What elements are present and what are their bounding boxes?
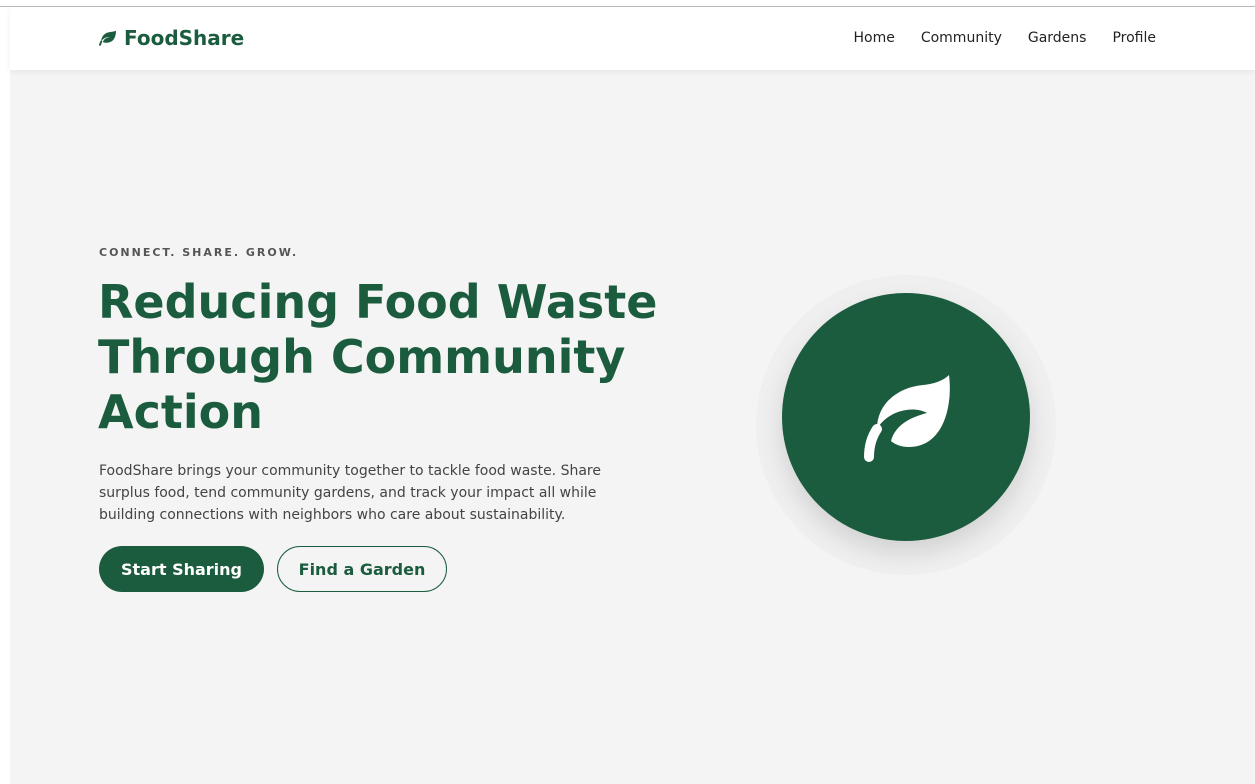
navbar: FoodShare Home Community Gardens Profile [10, 7, 1255, 70]
hero-headline: Reducing Food Waste Through Community Ac… [98, 275, 658, 439]
nav-gardens[interactable]: Gardens [1028, 30, 1087, 46]
nav-menu: Home Community Gardens Profile [853, 30, 1156, 46]
leaf-icon [98, 30, 118, 46]
illustration-circle [782, 293, 1030, 541]
nav-community[interactable]: Community [921, 30, 1002, 46]
find-garden-button[interactable]: Find a Garden [277, 546, 447, 592]
start-sharing-button[interactable]: Start Sharing [99, 546, 264, 592]
brand-logo[interactable]: FoodShare [98, 26, 244, 50]
leaf-icon [851, 367, 961, 467]
brand-name: FoodShare [124, 26, 245, 50]
nav-home[interactable]: Home [853, 30, 894, 46]
hero-section: CONNECT. SHARE. GROW. Reducing Food Wast… [10, 70, 1255, 784]
hero-eyebrow: CONNECT. SHARE. GROW. [99, 246, 299, 259]
hero-description: FoodShare brings your community together… [99, 463, 601, 523]
nav-profile[interactable]: Profile [1112, 30, 1156, 46]
page: FoodShare Home Community Gardens Profile… [0, 0, 1255, 784]
